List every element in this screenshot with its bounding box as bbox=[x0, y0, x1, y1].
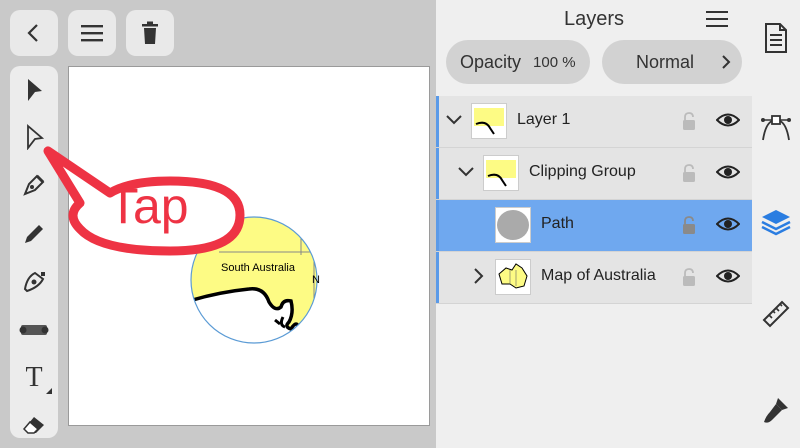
layer-name: Path bbox=[541, 215, 574, 232]
chevron-right-icon bbox=[722, 55, 731, 69]
gradient-bar-icon bbox=[19, 325, 49, 335]
layer-row-path[interactable]: Path bbox=[436, 200, 752, 252]
chevron-right-icon[interactable] bbox=[469, 267, 487, 285]
panel-title: Layers bbox=[563, 8, 625, 30]
layer-name: Layer 1 bbox=[517, 111, 571, 128]
menu-button[interactable] bbox=[68, 10, 116, 56]
layers-panel: Layers Opacity 100 % Normal Layer 1 Clip… bbox=[436, 0, 752, 448]
chevron-left-icon bbox=[27, 24, 38, 42]
hamburger-icon bbox=[81, 25, 103, 42]
arrow-solid-icon bbox=[28, 79, 42, 101]
document-icon[interactable] bbox=[760, 22, 792, 54]
text-icon: T bbox=[25, 362, 43, 393]
tap-callout-text: Tap bbox=[108, 178, 189, 234]
layer-thumbnail bbox=[495, 207, 531, 243]
layer-thumbnail bbox=[471, 103, 507, 139]
blend-mode-value: Normal bbox=[636, 51, 695, 72]
eraser-tool[interactable] bbox=[10, 404, 58, 444]
row-indicator bbox=[436, 200, 439, 251]
lock-icon[interactable] bbox=[682, 267, 696, 287]
layer-row-clipping-group[interactable]: Clipping Group bbox=[436, 148, 752, 200]
panel-menu-icon[interactable] bbox=[706, 10, 728, 28]
visibility-eye-icon[interactable] bbox=[716, 214, 740, 234]
map-edge-label: N bbox=[312, 274, 320, 286]
eraser-icon bbox=[22, 417, 44, 434]
opacity-control[interactable]: Opacity 100 % bbox=[446, 40, 590, 84]
row-indicator bbox=[436, 148, 439, 199]
layer-name: Clipping Group bbox=[529, 163, 636, 180]
submenu-indicator-icon bbox=[46, 388, 52, 394]
back-button[interactable] bbox=[10, 10, 58, 56]
layer-row-map-of-australia[interactable]: Map of Australia bbox=[436, 252, 752, 304]
shape-builder-tool[interactable] bbox=[10, 262, 58, 302]
blend-mode-select[interactable]: Normal bbox=[602, 40, 742, 84]
gradient-tool[interactable] bbox=[10, 310, 58, 350]
layer-thumbnail bbox=[495, 259, 531, 295]
lock-icon[interactable] bbox=[682, 215, 696, 235]
ruler-icon[interactable] bbox=[760, 298, 792, 330]
row-indicator bbox=[436, 96, 439, 147]
lock-icon[interactable] bbox=[682, 163, 696, 183]
visibility-eye-icon[interactable] bbox=[716, 162, 740, 182]
path-edit-icon[interactable] bbox=[760, 112, 792, 144]
opacity-value: 100 % bbox=[533, 53, 576, 71]
right-sidebar bbox=[752, 0, 800, 448]
trash-icon bbox=[142, 21, 158, 44]
visibility-eye-icon[interactable] bbox=[716, 110, 740, 130]
layer-name: Map of Australia bbox=[541, 267, 656, 284]
chevron-down-icon[interactable] bbox=[445, 111, 463, 129]
visibility-eye-icon[interactable] bbox=[716, 266, 740, 286]
select-tool[interactable] bbox=[10, 70, 58, 110]
text-tool[interactable]: T bbox=[10, 358, 58, 398]
layer-thumbnail bbox=[483, 155, 519, 191]
chevron-down-icon[interactable] bbox=[457, 163, 475, 181]
layers-icon[interactable] bbox=[760, 206, 792, 238]
brush-icon[interactable] bbox=[760, 394, 792, 426]
opacity-label: Opacity bbox=[460, 51, 522, 72]
delete-button[interactable] bbox=[126, 10, 174, 56]
lock-icon[interactable] bbox=[682, 111, 696, 131]
map-region-label: South Australia bbox=[221, 262, 295, 274]
shape-icon bbox=[23, 271, 45, 293]
layer-row-layer-1[interactable]: Layer 1 bbox=[436, 96, 752, 148]
row-indicator bbox=[436, 252, 439, 303]
